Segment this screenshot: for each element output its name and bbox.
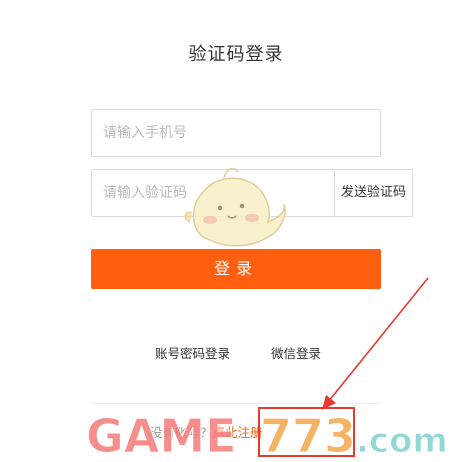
register-link[interactable]: 点此注册 — [213, 425, 263, 440]
watermark-logo: GAME 773 .com — [86, 409, 449, 462]
login-button[interactable]: 登录 — [91, 249, 381, 289]
send-code-button[interactable]: 发送验证码 — [334, 169, 413, 217]
annotation-highlight-box — [258, 407, 355, 457]
svg-text:773: 773 — [260, 409, 356, 462]
phone-field[interactable] — [91, 109, 381, 157]
code-field[interactable] — [91, 169, 335, 217]
register-prompt-text: 没有账号？ — [150, 425, 213, 440]
phone-input[interactable] — [92, 110, 380, 156]
svg-text:.com: .com — [356, 421, 448, 461]
code-input[interactable] — [92, 170, 335, 216]
register-prompt: 没有账号？点此注册 — [150, 422, 263, 441]
page-title: 验证码登录 — [188, 44, 284, 65]
password-login-link[interactable]: 账号密码登录 — [155, 343, 230, 362]
divider — [91, 403, 381, 404]
wechat-login-link[interactable]: 微信登录 — [271, 343, 321, 362]
arrow-annotation — [322, 277, 429, 410]
